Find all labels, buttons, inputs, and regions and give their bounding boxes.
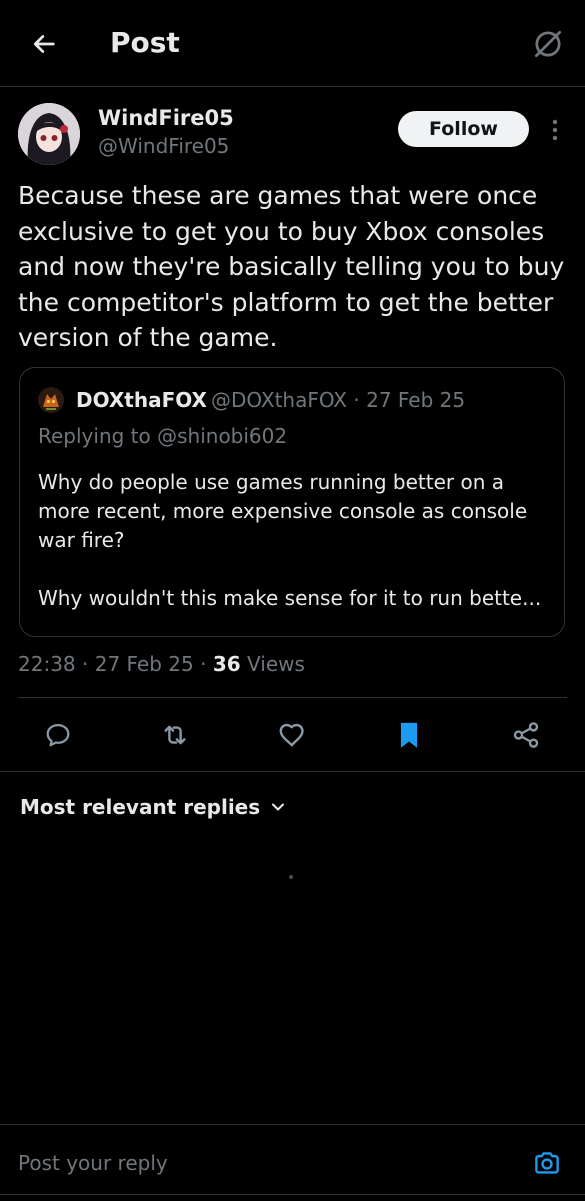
meta-separator: · (200, 652, 207, 676)
post-time: 22:38 (18, 652, 76, 676)
follow-button[interactable]: Follow (398, 111, 529, 147)
post-text: Because these are games that were once e… (18, 181, 565, 352)
back-button[interactable] (24, 24, 64, 64)
meta-separator: · (82, 652, 89, 676)
chevron-down-icon (272, 803, 285, 811)
divider (0, 771, 585, 772)
post-date: 27 Feb 25 (94, 652, 194, 676)
grok-button[interactable] (526, 22, 570, 66)
like-button[interactable] (277, 720, 307, 750)
views-count[interactable]: 36 (213, 652, 241, 676)
replying-to: Replying to @shinobi602 (38, 424, 288, 448)
author-handle[interactable]: @WindFire05 (98, 134, 229, 158)
post-meta: 22:38 · 27 Feb 25 · 36 Views (18, 652, 305, 676)
quoted-paragraph: Why do people use games running better o… (38, 470, 528, 552)
reply-icon (46, 723, 70, 747)
divider (0, 1194, 585, 1195)
share-icon (513, 722, 539, 748)
reply-button[interactable] (43, 720, 73, 750)
reply-input[interactable] (18, 1145, 488, 1181)
replies-sort-label: Most relevant replies (20, 795, 261, 819)
repost-icon (164, 725, 186, 745)
more-vertical-icon (552, 119, 558, 141)
views-label: Views (247, 652, 305, 676)
replies-sort-dropdown[interactable]: Most relevant replies (20, 795, 286, 819)
quoted-post-meta: @DOXthaFOX · 27 Feb 25 (211, 388, 465, 412)
reply-composer (0, 1124, 585, 1201)
post-actions (18, 697, 567, 772)
quoted-post-date: 27 Feb 25 (366, 388, 466, 412)
author-display-name[interactable]: WindFire05 (98, 106, 234, 130)
camera-button[interactable] (531, 1147, 563, 1179)
quoted-post-text: Why do people use games running better o… (38, 468, 553, 613)
page-title: Post (110, 26, 180, 59)
share-button[interactable] (511, 720, 541, 750)
quoted-author-avatar (38, 387, 64, 413)
like-icon (279, 723, 304, 747)
author-avatar[interactable] (18, 103, 80, 165)
quoted-paragraph: Why wouldn't this make sense for it to r… (38, 586, 542, 610)
grok-icon (534, 30, 562, 58)
bookmark-icon (400, 722, 418, 748)
loading-indicator (289, 875, 293, 879)
bookmark-button[interactable] (394, 720, 424, 750)
avatar-image (18, 103, 80, 165)
quoted-author-handle: @DOXthaFOX (211, 388, 348, 412)
top-bar: Post (0, 0, 585, 87)
more-options-button[interactable] (543, 115, 567, 145)
quoted-avatar-image (38, 387, 64, 413)
arrow-left-icon (33, 35, 55, 53)
quoted-author-name: DOXthaFOX (76, 388, 207, 412)
quoted-post[interactable]: DOXthaFOX @DOXthaFOX · 27 Feb 25 Replyin… (19, 367, 565, 637)
meta-separator: · (353, 388, 360, 412)
camera-icon (535, 1152, 559, 1174)
repost-button[interactable] (160, 720, 190, 750)
